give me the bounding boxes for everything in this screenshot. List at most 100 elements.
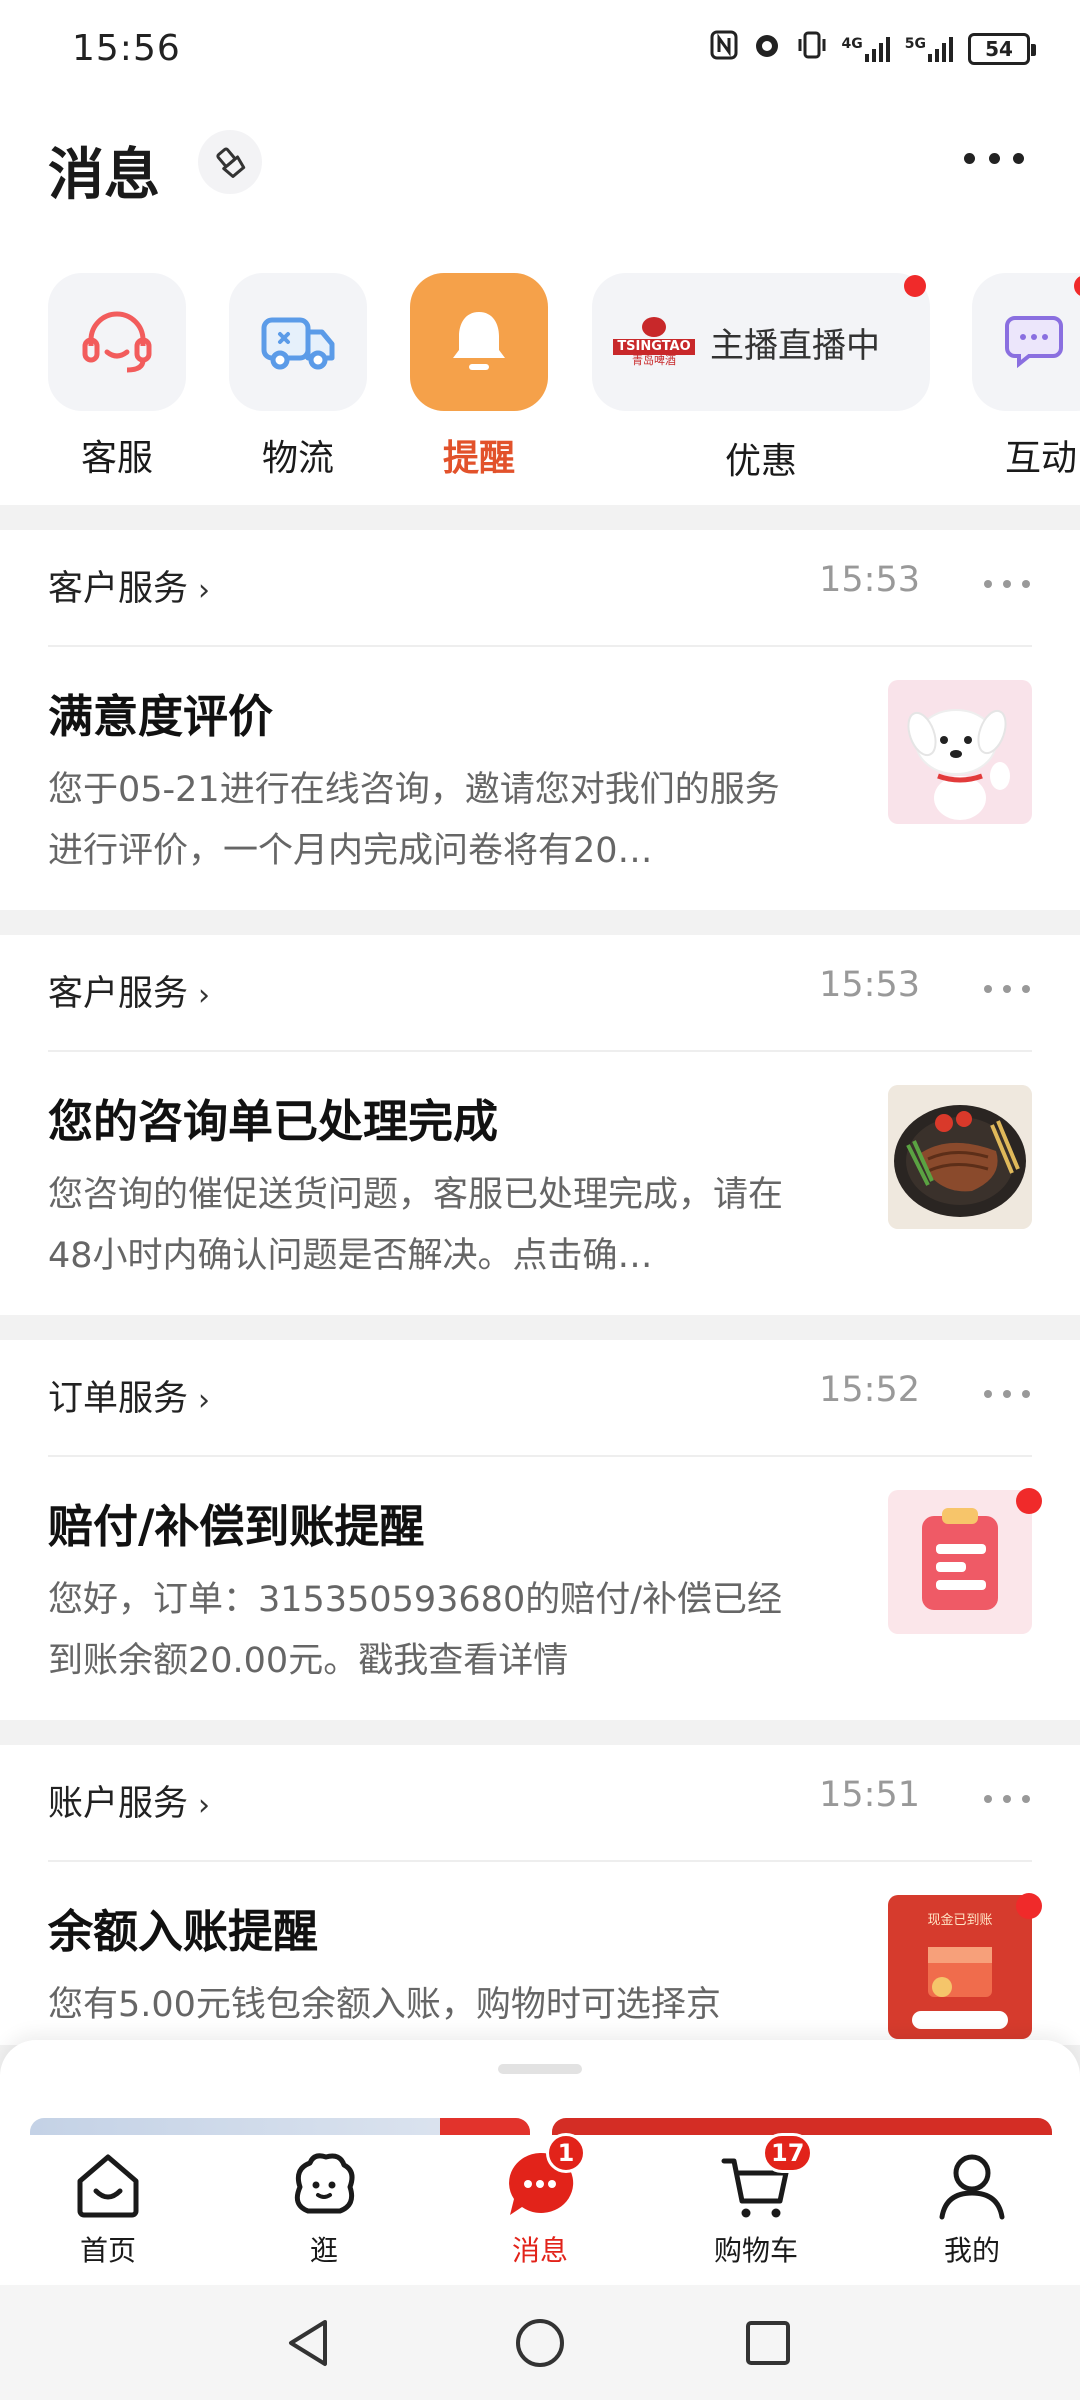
message-source-label: 账户服务 [48,1784,189,1824]
tab-messages[interactable]: 1 消息 [460,2133,620,2269]
category-customer-service[interactable]: 客服 [48,273,186,481]
tab-label: 购物车 [713,2234,798,2267]
message-more-button[interactable] [984,1795,1030,1805]
message-source-label: 订单服务 [48,1379,189,1419]
tab-explore[interactable]: 逛 [244,2147,404,2269]
truck-icon [229,273,367,411]
alarm-icon [752,30,782,67]
page-title: 消息 [48,143,160,208]
category-label: 互动 [1004,438,1077,479]
signal-4g-icon: 4G [842,36,891,62]
category-row: 客服 物流 提醒 TSINGTAO 青岛啤酒 主播直播中 优惠 互动 [0,270,1080,505]
tsingtao-logo: TSINGTAO 青岛啤酒 [613,312,695,372]
broom-icon [216,147,246,178]
message-source-label: 客户服务 [48,974,189,1014]
bottom-sheet[interactable] [0,2040,1080,2140]
message-more-button[interactable] [984,985,1030,995]
bottom-tab-bar: 首页 逛 1 消息 17 购物车 我的 [0,2133,1080,2285]
more-options-button[interactable] [964,138,1024,178]
cart-count-badge: 17 [762,2133,814,2173]
back-triangle-icon [289,2320,327,2366]
message-body: 您有5.00元钱包余额入账，购物时可选择京 [48,1985,721,2025]
tab-label: 消息 [511,2234,568,2267]
status-icons: 4G 5G 54 [710,30,1036,67]
message-body: 您好，订单：315350593680的赔付/补偿已经到账余额20.00元。戳我查… [48,1580,783,1681]
signal-5g-icon: 5G [905,36,954,62]
tsingtao-logo-text: TSINGTAO [613,339,695,355]
cash-thumbnail: 现金已到账 [888,1895,1032,2039]
unread-count-badge: 1 [546,2133,586,2173]
message-card[interactable]: 客户服务 › 15:53 您的咨询单已处理完成 您咨询的催促送货问题，客服已处理完… [0,935,1080,1315]
message-time: 15:53 [819,965,920,1005]
cart-icon: 17 [718,2133,814,2223]
chat-bubbles-icon [972,273,1080,411]
message-title: 赔付/补偿到账提醒 [48,1500,425,1553]
unread-dot [1016,1488,1042,1514]
bell-icon [410,273,548,411]
unread-dot [904,275,926,297]
category-label: 客服 [80,438,153,479]
chevron-right-icon: › [198,573,211,608]
message-title: 您的咨询单已处理完成 [48,1095,499,1148]
message-title: 满意度评价 [48,690,274,743]
message-more-button[interactable] [984,580,1030,590]
message-body: 您咨询的催促送货问题，客服已处理完成，请在48小时内确认问题是否解决。点击确… [48,1175,784,1276]
tab-label: 逛 [309,2234,338,2267]
signal-5g-label: 5G [904,35,926,52]
sheet-drag-handle[interactable] [498,2064,582,2074]
message-time: 15:53 [819,560,920,600]
message-source[interactable]: 账户服务 › [48,1775,210,1826]
category-promotion-tile[interactable]: TSINGTAO 青岛啤酒 主播直播中 [592,273,930,411]
divider [48,1860,1032,1862]
unread-dot [1016,1893,1042,1919]
tab-profile[interactable]: 我的 [892,2147,1052,2269]
message-source[interactable]: 客户服务 › [48,560,210,611]
clear-unread-button[interactable] [198,130,262,194]
system-nav-bar [0,2285,1080,2400]
message-card[interactable]: 订单服务 › 15:52 赔付/补偿到账提醒 您好，订单：315350593680… [0,1340,1080,1720]
home-icon [70,2147,146,2223]
message-time: 15:52 [819,1370,920,1410]
nav-back-button[interactable] [278,2313,338,2373]
tab-label: 首页 [79,2234,136,2267]
profile-icon [934,2147,1010,2223]
nav-home-button[interactable] [510,2313,570,2373]
category-reminder[interactable]: 提醒 [410,273,548,481]
message-card[interactable]: 客户服务 › 15:53 满意度评价 您于05-21进行在线咨询，邀请您对我们的服… [0,530,1080,910]
category-promotion-label-wrap: 优惠 [592,414,930,484]
recents-square-icon [746,2321,790,2365]
message-source-label: 客户服务 [48,569,189,609]
tab-home[interactable]: 首页 [28,2147,188,2269]
message-source[interactable]: 客户服务 › [48,965,210,1016]
chevron-right-icon: › [198,1788,211,1823]
divider [48,1050,1032,1052]
category-label: 优惠 [724,441,797,482]
tab-label: 我的 [943,2234,1000,2267]
battery-icon: 54 [968,32,1036,65]
category-interaction[interactable]: 互动 [972,273,1080,481]
explore-icon [286,2147,362,2223]
promo-live-text: 主播直播中 [710,325,880,366]
vibrate-icon [796,30,828,67]
clipboard-thumbnail [888,1490,1032,1634]
mascot-thumbnail [888,680,1032,824]
page-header: 消息 [0,100,1080,270]
message-more-button[interactable] [984,1390,1030,1400]
nfc-icon [710,30,738,67]
chevron-right-icon: › [198,1383,211,1418]
message-source[interactable]: 订单服务 › [48,1370,210,1421]
message-icon: 1 [502,2133,586,2223]
category-label: 提醒 [442,438,515,479]
message-time: 15:51 [819,1775,920,1815]
message-title: 余额入账提醒 [48,1905,319,1958]
tsingtao-logo-subtext: 青岛啤酒 [632,354,676,367]
home-circle-icon [516,2319,564,2367]
category-label: 物流 [261,438,334,479]
nav-recents-button[interactable] [738,2313,798,2373]
steak-thumbnail [888,1085,1032,1229]
status-time: 15:56 [72,28,181,69]
message-card[interactable]: 账户服务 › 15:51 余额入账提醒 您有5.00元钱包余额入账，购物时可选择京… [0,1745,1080,2045]
category-logistics[interactable]: 物流 [229,273,367,481]
tab-cart[interactable]: 17 购物车 [676,2133,836,2269]
chevron-right-icon: › [198,978,211,1013]
